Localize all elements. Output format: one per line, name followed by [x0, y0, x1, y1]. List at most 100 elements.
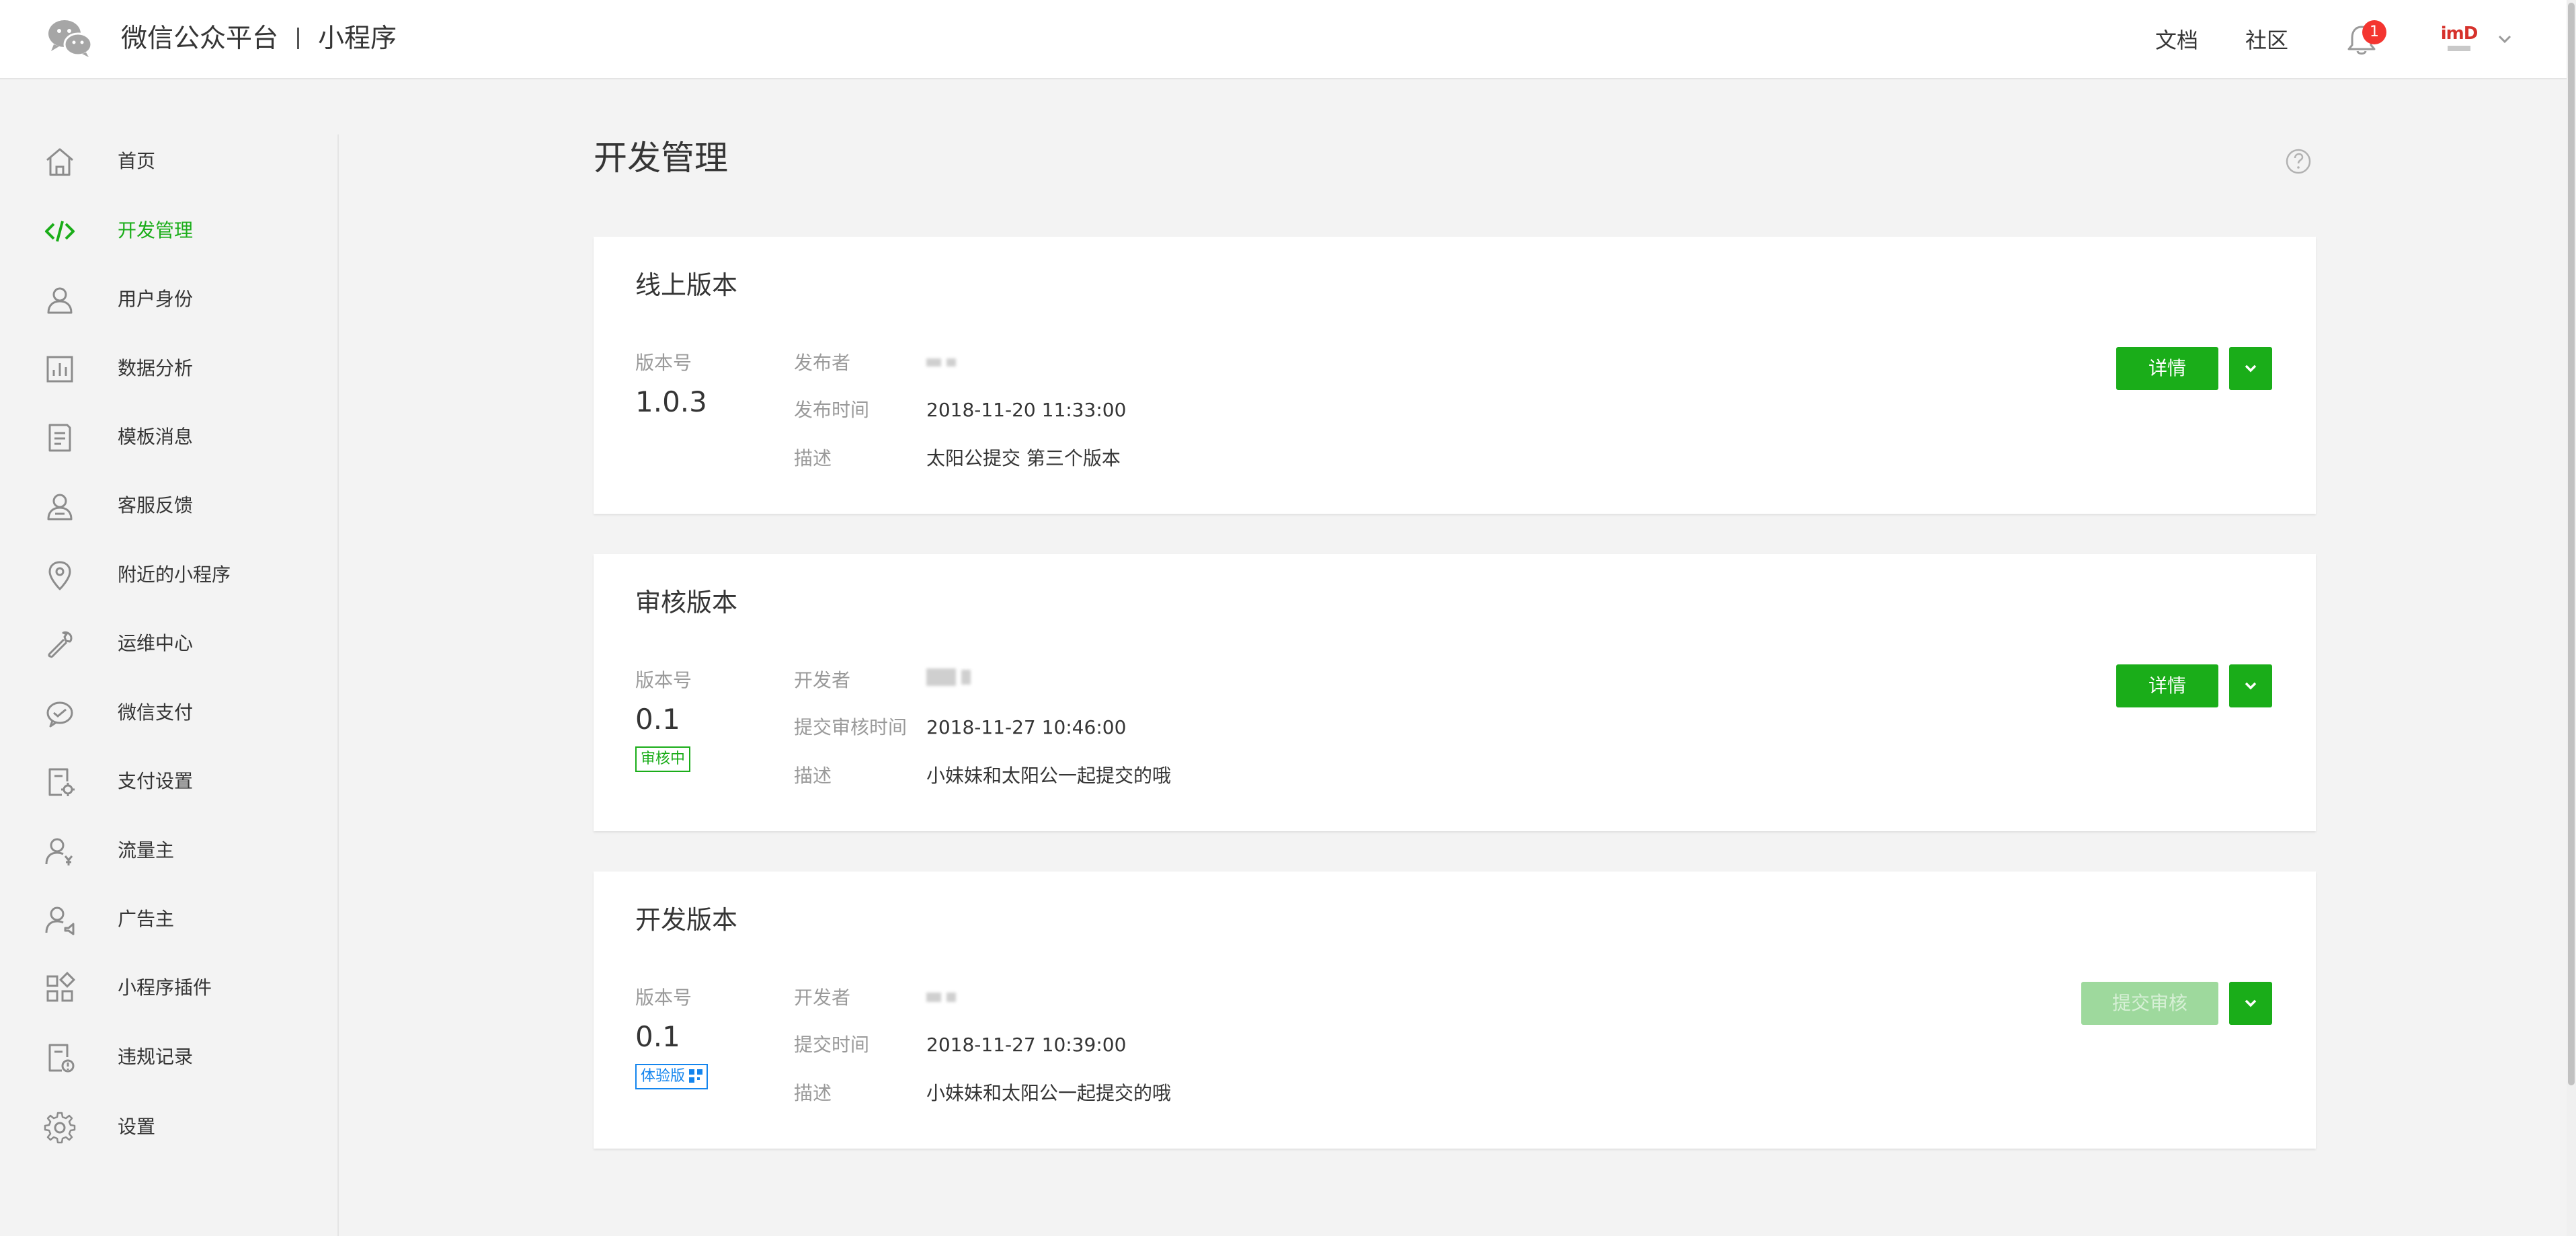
publish-time-label: 发布时间 — [794, 399, 870, 421]
description-label: 描述 — [794, 1082, 832, 1104]
sidebar-item-label: 微信支付 — [118, 701, 194, 724]
dev-version-card: 开发版本 版本号 0.1 体验版 开发者 提交时间 2018-11-27 10:… — [594, 872, 2316, 1149]
developer-avatar-blurred — [926, 990, 961, 1006]
sidebar-item-label: 违规记录 — [118, 1046, 194, 1068]
sidebar-item-label: 客服反馈 — [118, 494, 194, 516]
more-options-button[interactable] — [2229, 982, 2272, 1025]
sidebar-item-plugin[interactable]: 小程序插件 — [0, 964, 337, 1012]
sidebar-item-user-identity[interactable]: 用户身份 — [0, 275, 337, 323]
scrollbar-thumb[interactable] — [2568, 3, 2575, 1085]
sidebar-item-label: 首页 — [118, 150, 156, 172]
violation-record-icon — [48, 1044, 75, 1073]
gear-icon — [44, 1112, 76, 1144]
version-label: 版本号 — [635, 669, 692, 691]
top-bar: 微信公众平台 小程序 文档 社区 1 imD — [0, 0, 2576, 79]
status-badge: 审核中 — [635, 746, 691, 772]
version-number: 1.0.3 — [635, 385, 707, 418]
sidebar: 首页 开发管理 用户身份 数据分析 模板消息 客服反馈 附近的小程序 运维中心 … — [0, 134, 339, 1236]
review-version-card: 审核版本 版本号 0.1 审核中 开发者 提交审核时间 2018-11-27 1… — [594, 554, 2316, 831]
document-icon — [48, 424, 71, 452]
sidebar-item-label: 小程序插件 — [118, 976, 212, 999]
sidebar-item-traffic-owner[interactable]: 流量主 — [0, 826, 337, 875]
details-button[interactable]: 详情 — [2116, 347, 2218, 390]
sidebar-item-ops-center[interactable]: 运维中心 — [0, 619, 337, 668]
sidebar-item-label: 支付设置 — [118, 770, 194, 792]
sidebar-item-label: 模板消息 — [118, 426, 194, 448]
wrench-icon — [48, 631, 73, 658]
sidebar-item-label: 用户身份 — [118, 288, 194, 310]
brand-separator — [297, 27, 300, 49]
publish-time-value: 2018-11-20 11:33:00 — [926, 399, 1127, 421]
sidebar-item-label: 运维中心 — [118, 632, 194, 654]
developer-label: 开发者 — [794, 987, 851, 1009]
brand-product: 小程序 — [318, 24, 397, 54]
more-options-button[interactable] — [2229, 347, 2272, 390]
submit-review-time-label: 提交审核时间 — [794, 716, 908, 738]
developer-avatar-blurred — [926, 668, 976, 686]
trial-version-badge[interactable]: 体验版 — [635, 1064, 709, 1089]
plugin-grid-icon — [46, 972, 76, 1002]
docs-link[interactable]: 文档 — [2155, 26, 2198, 55]
sidebar-item-settings[interactable]: 设置 — [0, 1103, 337, 1151]
sidebar-item-nearby-miniprogram[interactable]: 附近的小程序 — [0, 551, 337, 599]
sidebar-item-label: 开发管理 — [118, 219, 194, 241]
submit-time-label: 提交时间 — [794, 1034, 870, 1056]
brand-title[interactable]: 微信公众平台 小程序 — [121, 20, 397, 58]
description-label: 描述 — [794, 765, 832, 787]
version-label: 版本号 — [635, 352, 692, 374]
developer-label: 开发者 — [794, 669, 851, 691]
help-icon[interactable] — [2285, 148, 2312, 175]
user-icon — [47, 287, 73, 314]
description-value: 小妹妹和太阳公一起提交的哦 — [926, 765, 1172, 787]
brand-name: 微信公众平台 — [121, 24, 279, 54]
chevron-down-icon[interactable] — [2495, 30, 2514, 48]
description-value: 太阳公提交 第三个版本 — [926, 447, 1121, 469]
sidebar-item-payment-settings[interactable]: 支付设置 — [0, 757, 337, 806]
description-label: 描述 — [794, 447, 832, 469]
sidebar-item-label: 附近的小程序 — [118, 564, 231, 586]
description-value: 小妹妹和太阳公一起提交的哦 — [926, 1082, 1172, 1104]
version-number: 0.1 — [635, 1020, 680, 1053]
community-link[interactable]: 社区 — [2245, 26, 2288, 55]
sidebar-item-label: 流量主 — [118, 839, 175, 861]
advertiser-icon — [45, 906, 75, 935]
page-title: 开发管理 — [594, 139, 728, 178]
qr-code-icon — [689, 1069, 703, 1083]
card-title: 开发版本 — [635, 905, 738, 935]
chevron-down-icon — [2245, 999, 2257, 1007]
submit-review-time-value: 2018-11-27 10:46:00 — [926, 716, 1127, 738]
sidebar-item-customer-feedback[interactable]: 客服反馈 — [0, 481, 337, 530]
avatar[interactable]: imD — [2439, 24, 2479, 59]
submit-review-button[interactable]: 提交审核 — [2081, 982, 2218, 1025]
sidebar-item-template-message[interactable]: 模板消息 — [0, 413, 337, 461]
trial-version-label: 体验版 — [641, 1068, 686, 1085]
chevron-down-icon — [2245, 364, 2257, 373]
publisher-label: 发布者 — [794, 352, 851, 374]
details-button[interactable]: 详情 — [2116, 664, 2218, 707]
customer-service-icon — [47, 494, 73, 520]
sidebar-item-label: 设置 — [118, 1116, 156, 1138]
card-title: 线上版本 — [635, 270, 738, 300]
wechat-pay-icon — [46, 701, 73, 728]
sidebar-item-label: 数据分析 — [118, 357, 194, 379]
code-icon — [45, 221, 75, 242]
sidebar-item-home[interactable]: 首页 — [0, 137, 337, 186]
sidebar-item-advertiser[interactable]: 广告主 — [0, 895, 337, 943]
publisher-avatar-blurred — [926, 355, 961, 371]
sidebar-item-data-analysis[interactable]: 数据分析 — [0, 344, 337, 393]
wechat-logo-icon[interactable] — [47, 19, 93, 58]
version-label: 版本号 — [635, 987, 692, 1009]
vertical-scrollbar[interactable] — [2567, 0, 2576, 1236]
traffic-owner-icon — [45, 838, 73, 865]
sidebar-item-dev-management[interactable]: 开发管理 — [0, 206, 337, 255]
sidebar-item-wechat-pay[interactable]: 微信支付 — [0, 689, 337, 737]
sidebar-item-label: 广告主 — [118, 908, 175, 930]
location-pin-icon — [48, 561, 71, 590]
bar-chart-icon — [46, 356, 73, 383]
online-version-card: 线上版本 版本号 1.0.3 发布者 发布时间 2018-11-20 11:33… — [594, 237, 2316, 514]
sidebar-item-violation-record[interactable]: 违规记录 — [0, 1033, 337, 1081]
submit-time-value: 2018-11-27 10:39:00 — [926, 1034, 1127, 1056]
version-number: 0.1 — [635, 703, 680, 736]
more-options-button[interactable] — [2229, 664, 2272, 707]
notification-badge: 1 — [2362, 20, 2386, 44]
